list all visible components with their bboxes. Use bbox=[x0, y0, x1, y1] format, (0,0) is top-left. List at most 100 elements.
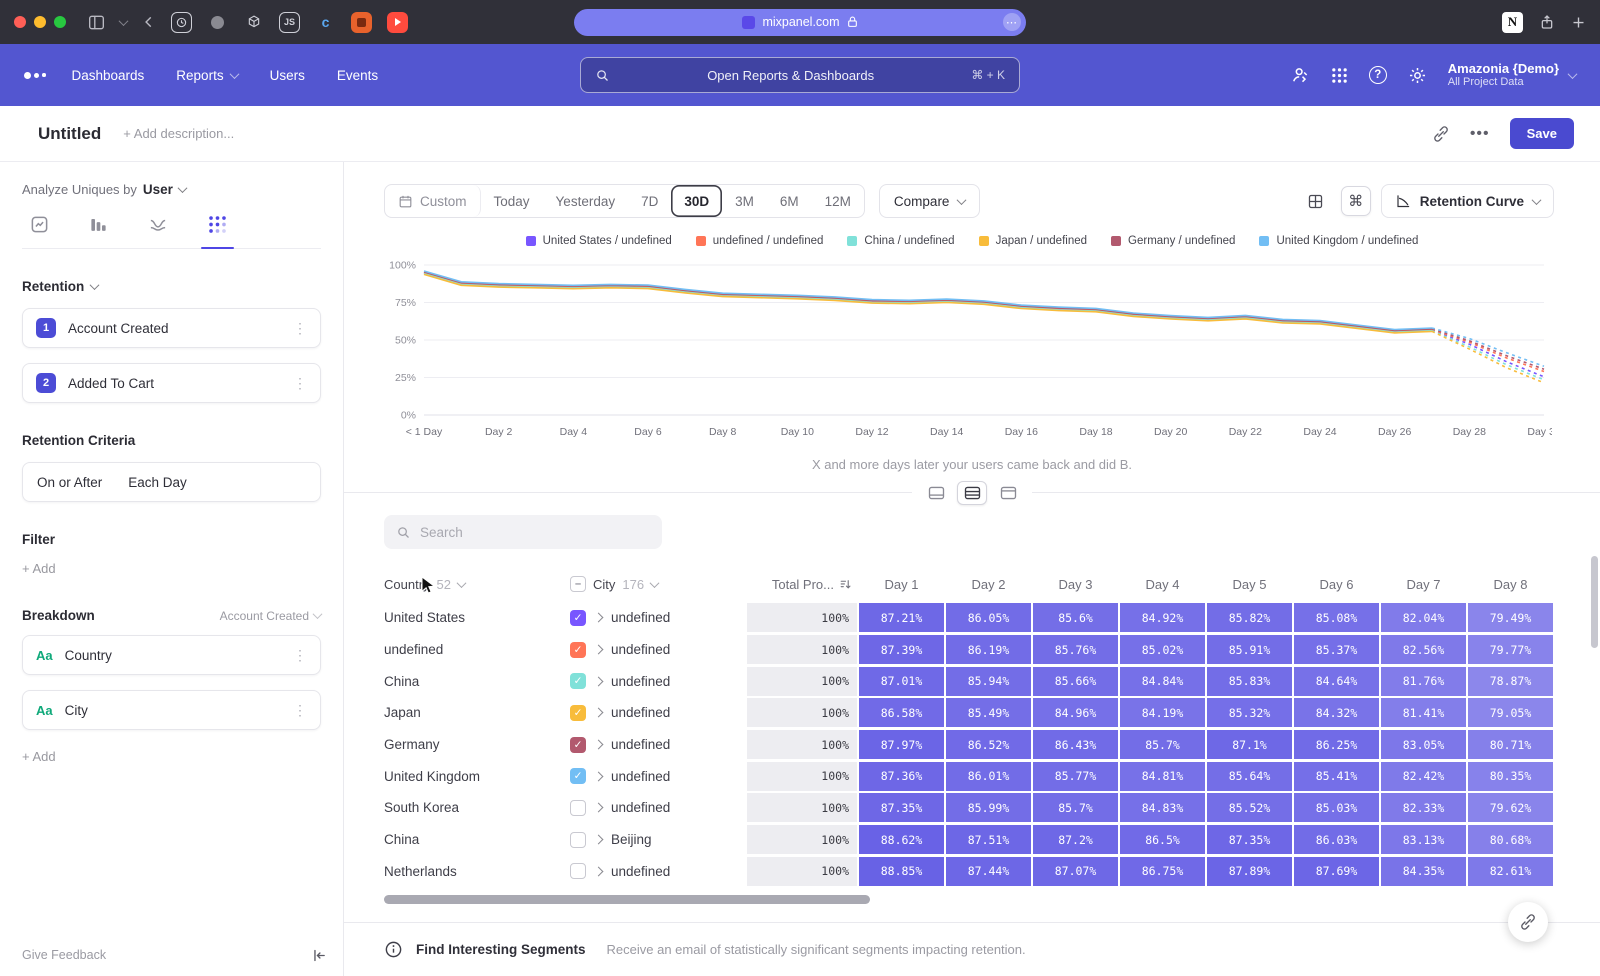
row-checkbox[interactable]: ✓ bbox=[570, 642, 586, 658]
gray-dot-extension-icon[interactable] bbox=[207, 12, 228, 33]
legend-item[interactable]: China / undefined bbox=[847, 235, 954, 247]
retention-value-cell[interactable]: 86.5% bbox=[1120, 825, 1205, 854]
retention-value-cell[interactable]: 87.01% bbox=[859, 667, 944, 696]
retention-value-cell[interactable]: 88.85% bbox=[859, 857, 944, 886]
retention-value-cell[interactable]: 85.66% bbox=[1033, 667, 1118, 696]
day-column-header[interactable]: Day 1 bbox=[858, 577, 945, 592]
retention-value-cell[interactable]: 86.75% bbox=[1120, 857, 1205, 886]
breakdown-item[interactable]: AaCountry⋮ bbox=[22, 635, 321, 675]
zoom-window-button[interactable] bbox=[54, 16, 66, 28]
collapse-sidebar-icon[interactable] bbox=[310, 947, 327, 964]
retention-value-cell[interactable]: 87.97% bbox=[859, 730, 944, 759]
retention-value-cell[interactable]: 84.92% bbox=[1120, 603, 1205, 632]
range-6m[interactable]: 6M bbox=[767, 185, 812, 217]
row-checkbox[interactable]: ✓ bbox=[570, 737, 586, 753]
retention-value-cell[interactable]: 87.89% bbox=[1207, 857, 1292, 886]
orange-extension-icon[interactable] bbox=[351, 12, 372, 33]
retention-value-cell[interactable]: 79.77% bbox=[1468, 635, 1553, 664]
retention-value-cell[interactable]: 85.64% bbox=[1207, 762, 1292, 791]
day-column-header[interactable]: Day 5 bbox=[1206, 577, 1293, 592]
give-feedback-link[interactable]: Give Feedback bbox=[22, 948, 106, 962]
retention-value-cell[interactable]: 84.84% bbox=[1120, 667, 1205, 696]
legend-item[interactable]: Japan / undefined bbox=[979, 235, 1087, 247]
grid-toggle-icon[interactable] bbox=[1301, 186, 1331, 216]
range-today[interactable]: Today bbox=[481, 185, 543, 217]
expand-row-icon[interactable] bbox=[594, 740, 604, 750]
legend-item[interactable]: United Kingdom / undefined bbox=[1259, 235, 1418, 247]
retention-value-cell[interactable]: 87.69% bbox=[1294, 857, 1379, 886]
expand-row-icon[interactable] bbox=[594, 645, 604, 655]
retention-value-cell[interactable]: 85.76% bbox=[1033, 635, 1118, 664]
help-icon[interactable]: ? bbox=[1369, 66, 1387, 84]
retention-value-cell[interactable]: 86.03% bbox=[1294, 825, 1379, 854]
day-column-header[interactable]: Day 8 bbox=[1467, 577, 1554, 592]
retention-section-header[interactable]: Retention bbox=[22, 279, 321, 294]
back-icon[interactable] bbox=[142, 15, 156, 29]
gear-icon[interactable] bbox=[1408, 66, 1427, 85]
retention-value-cell[interactable]: 85.03% bbox=[1294, 793, 1379, 822]
day-column-header[interactable]: Day 3 bbox=[1032, 577, 1119, 592]
retention-value-cell[interactable]: 82.04% bbox=[1381, 603, 1466, 632]
retention-value-cell[interactable]: 88.62% bbox=[859, 825, 944, 854]
analyze-entity-dropdown[interactable]: User bbox=[143, 182, 186, 197]
retention-value-cell[interactable]: 87.44% bbox=[946, 857, 1031, 886]
range-12m[interactable]: 12M bbox=[812, 185, 864, 217]
site-settings-icon[interactable]: ⋯ bbox=[1003, 13, 1021, 31]
retention-value-cell[interactable]: 85.37% bbox=[1294, 635, 1379, 664]
retention-value-cell[interactable]: 84.32% bbox=[1294, 698, 1379, 727]
c-extension-icon[interactable]: c bbox=[315, 12, 336, 33]
retention-value-cell[interactable]: 85.08% bbox=[1294, 603, 1379, 632]
nav-item-reports[interactable]: Reports bbox=[176, 68, 237, 83]
day-column-header[interactable]: Day 2 bbox=[945, 577, 1032, 592]
retention-value-cell[interactable]: 85.41% bbox=[1294, 762, 1379, 791]
segments-title[interactable]: Find Interesting Segments bbox=[416, 942, 586, 957]
kebab-menu-icon[interactable]: ⋮ bbox=[293, 375, 307, 392]
tab-insights[interactable] bbox=[30, 215, 49, 234]
retention-value-cell[interactable]: 79.62% bbox=[1468, 793, 1553, 822]
js-extension-icon[interactable]: JS bbox=[279, 12, 300, 33]
retention-value-cell[interactable]: 79.49% bbox=[1468, 603, 1553, 632]
kebab-menu-icon[interactable]: ⋮ bbox=[293, 320, 307, 337]
retention-value-cell[interactable]: 85.7% bbox=[1033, 793, 1118, 822]
retention-line-incomplete[interactable] bbox=[1432, 328, 1544, 366]
address-bar[interactable]: mixpanel.com ⋯ bbox=[574, 9, 1026, 36]
retention-value-cell[interactable]: 86.43% bbox=[1033, 730, 1118, 759]
copy-link-icon[interactable] bbox=[1432, 125, 1450, 143]
retention-value-cell[interactable]: 87.39% bbox=[859, 635, 944, 664]
retention-value-cell[interactable]: 86.19% bbox=[946, 635, 1031, 664]
retention-value-cell[interactable]: 82.56% bbox=[1381, 635, 1466, 664]
total-column-header[interactable]: Total Pro... bbox=[746, 577, 858, 592]
command-toggle-icon[interactable]: ⌘ bbox=[1341, 186, 1371, 216]
cube-extension-icon[interactable] bbox=[243, 12, 264, 33]
retention-value-cell[interactable]: 87.07% bbox=[1033, 857, 1118, 886]
tab-retention[interactable] bbox=[208, 215, 227, 234]
table-search-input[interactable] bbox=[420, 525, 650, 540]
tab-flows[interactable] bbox=[148, 215, 168, 234]
retention-line-incomplete[interactable] bbox=[1432, 330, 1544, 372]
retention-value-cell[interactable]: 86.01% bbox=[946, 762, 1031, 791]
retention-value-cell[interactable]: 85.02% bbox=[1120, 635, 1205, 664]
close-window-button[interactable] bbox=[14, 16, 26, 28]
range-yesterday[interactable]: Yesterday bbox=[543, 185, 629, 217]
retention-value-cell[interactable]: 85.49% bbox=[946, 698, 1031, 727]
retention-value-cell[interactable]: 84.96% bbox=[1033, 698, 1118, 727]
table-search[interactable] bbox=[384, 515, 662, 549]
project-switcher[interactable]: Amazonia {Demo} All Project Data bbox=[1448, 61, 1576, 90]
expand-row-icon[interactable] bbox=[594, 708, 604, 718]
city-column-header[interactable]: – City 176 bbox=[570, 576, 746, 592]
expand-row-icon[interactable] bbox=[594, 866, 604, 876]
retention-value-cell[interactable]: 84.64% bbox=[1294, 667, 1379, 696]
retention-value-cell[interactable]: 82.61% bbox=[1468, 857, 1553, 886]
nav-item-events[interactable]: Events bbox=[337, 68, 378, 83]
view-split-icon[interactable] bbox=[957, 481, 987, 505]
retention-value-cell[interactable]: 84.35% bbox=[1381, 857, 1466, 886]
expand-row-icon[interactable] bbox=[594, 803, 604, 813]
data-management-icon[interactable] bbox=[1290, 65, 1310, 85]
retention-value-cell[interactable]: 85.6% bbox=[1033, 603, 1118, 632]
retention-value-cell[interactable]: 84.81% bbox=[1120, 762, 1205, 791]
retention-value-cell[interactable]: 84.19% bbox=[1120, 698, 1205, 727]
retention-value-cell[interactable]: 87.1% bbox=[1207, 730, 1292, 759]
retention-value-cell[interactable]: 87.21% bbox=[859, 603, 944, 632]
retention-value-cell[interactable]: 86.25% bbox=[1294, 730, 1379, 759]
row-checkbox[interactable]: ✓ bbox=[570, 673, 586, 689]
